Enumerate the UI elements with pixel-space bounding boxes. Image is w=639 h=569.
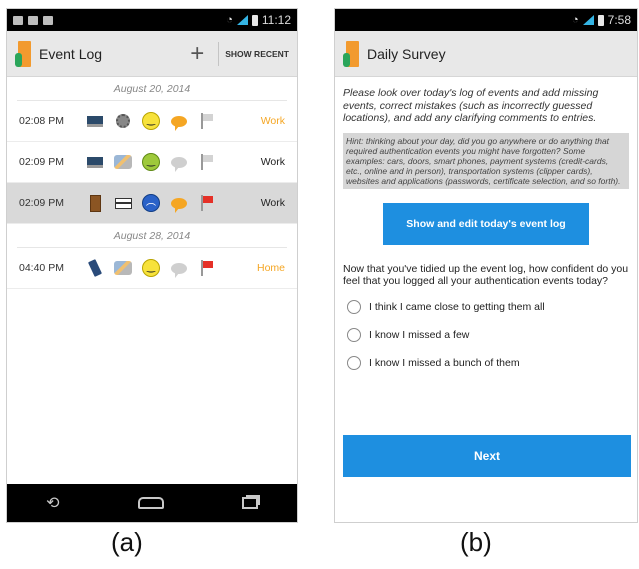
date-header: August 28, 2014 <box>17 224 287 248</box>
recent-apps-icon[interactable] <box>241 497 258 509</box>
option-missed-bunch[interactable]: I know I missed a bunch of them <box>343 355 629 370</box>
laptop-icon <box>87 115 103 127</box>
radio-button[interactable] <box>347 355 361 370</box>
event-row-selected[interactable]: 02:09 PM ︵ Work <box>7 183 297 224</box>
survey-instructions: Please look over today's log of events a… <box>343 87 599 124</box>
comment-icon[interactable] <box>171 262 187 278</box>
status-bar: ◔ 11:12 <box>7 9 297 31</box>
battery-icon <box>251 14 258 26</box>
option-came-close[interactable]: I think I came close to getting them all <box>343 299 629 314</box>
card-icon <box>114 197 132 209</box>
event-log-screen: ◔ 11:12 Event Log + SHOW RECENT August 2… <box>6 8 298 523</box>
app-title: Daily Survey <box>367 45 446 62</box>
satellite-icon <box>114 155 132 169</box>
flag-icon[interactable] <box>201 154 213 170</box>
event-row[interactable]: 02:09 PM ‿ Work <box>7 142 297 183</box>
date-header: August 20, 2014 <box>17 77 287 101</box>
action-divider <box>218 41 220 66</box>
location-tag: Work <box>260 115 285 127</box>
signal-icon <box>582 15 594 25</box>
option-label: I know I missed a bunch of them <box>369 356 520 369</box>
wifi-icon: ◔ <box>226 14 233 26</box>
daily-survey-screen: ◔ 7:58 Daily Survey Please look over tod… <box>334 8 638 523</box>
app-title: Event Log <box>39 45 103 62</box>
door-icon <box>89 194 101 212</box>
app-logo-icon <box>15 40 31 67</box>
mail-icon <box>28 15 38 25</box>
satellite-icon <box>114 261 132 275</box>
smartphone-icon <box>87 259 103 277</box>
action-bar: Daily Survey <box>335 31 637 77</box>
home-icon[interactable] <box>137 497 164 509</box>
confidence-question: Now that you've tidied up the event log,… <box>343 262 629 288</box>
event-time: 02:09 PM <box>19 197 64 209</box>
happy-face-icon[interactable]: ‿ <box>142 259 160 277</box>
wifi-icon: ◔ <box>571 14 579 26</box>
flag-icon[interactable] <box>201 260 213 276</box>
show-recent-button[interactable]: SHOW RECENT <box>225 49 289 59</box>
event-row[interactable]: 02:08 PM ‿ Work <box>7 101 297 142</box>
notification-icon <box>13 15 23 25</box>
gamepad-icon <box>43 15 53 25</box>
add-event-button[interactable]: + <box>182 40 212 68</box>
action-bar: Event Log + SHOW RECENT <box>7 31 297 77</box>
survey-hint: Hint: thinking about your day, did you g… <box>343 132 629 189</box>
next-button[interactable]: Next <box>343 435 631 477</box>
option-label: I think I came close to getting them all <box>369 300 545 313</box>
caption-a: (a) <box>111 527 143 557</box>
option-label: I know I missed a few <box>369 328 470 341</box>
caption-b: (b) <box>460 527 492 557</box>
fingerprint-icon <box>116 114 130 128</box>
status-time: 7:58 <box>607 13 631 27</box>
green-face-icon[interactable]: ‿ <box>142 153 160 171</box>
navigation-bar: ⟲ <box>7 484 297 522</box>
location-tag: Work <box>260 156 285 168</box>
comment-icon[interactable] <box>171 197 187 213</box>
flag-icon[interactable] <box>201 195 213 211</box>
battery-icon <box>597 14 604 26</box>
status-time: 11:12 <box>261 13 291 27</box>
event-time: 02:08 PM <box>19 115 64 127</box>
signal-icon <box>236 15 248 25</box>
event-time: 02:09 PM <box>19 156 64 168</box>
comment-icon[interactable] <box>171 156 187 172</box>
event-row[interactable]: 04:40 PM ‿ Home <box>7 248 297 289</box>
status-bar: ◔ 7:58 <box>335 9 637 31</box>
location-tag: Home <box>256 262 285 274</box>
radio-button[interactable] <box>347 299 361 314</box>
comment-icon[interactable] <box>171 115 187 131</box>
option-missed-few[interactable]: I know I missed a few <box>343 327 629 342</box>
show-event-log-button[interactable]: Show and edit today's event log <box>383 202 589 245</box>
app-logo-icon <box>343 40 359 67</box>
back-icon[interactable]: ⟲ <box>46 493 59 513</box>
survey-body: Please look over today's log of events a… <box>335 77 637 380</box>
radio-button[interactable] <box>347 327 361 342</box>
event-time: 04:40 PM <box>19 262 64 274</box>
flag-icon[interactable] <box>201 113 213 129</box>
happy-face-icon[interactable]: ‿ <box>142 112 160 130</box>
sad-face-icon[interactable]: ︵ <box>142 194 160 212</box>
laptop-icon <box>87 156 103 168</box>
location-tag: Work <box>260 197 285 209</box>
